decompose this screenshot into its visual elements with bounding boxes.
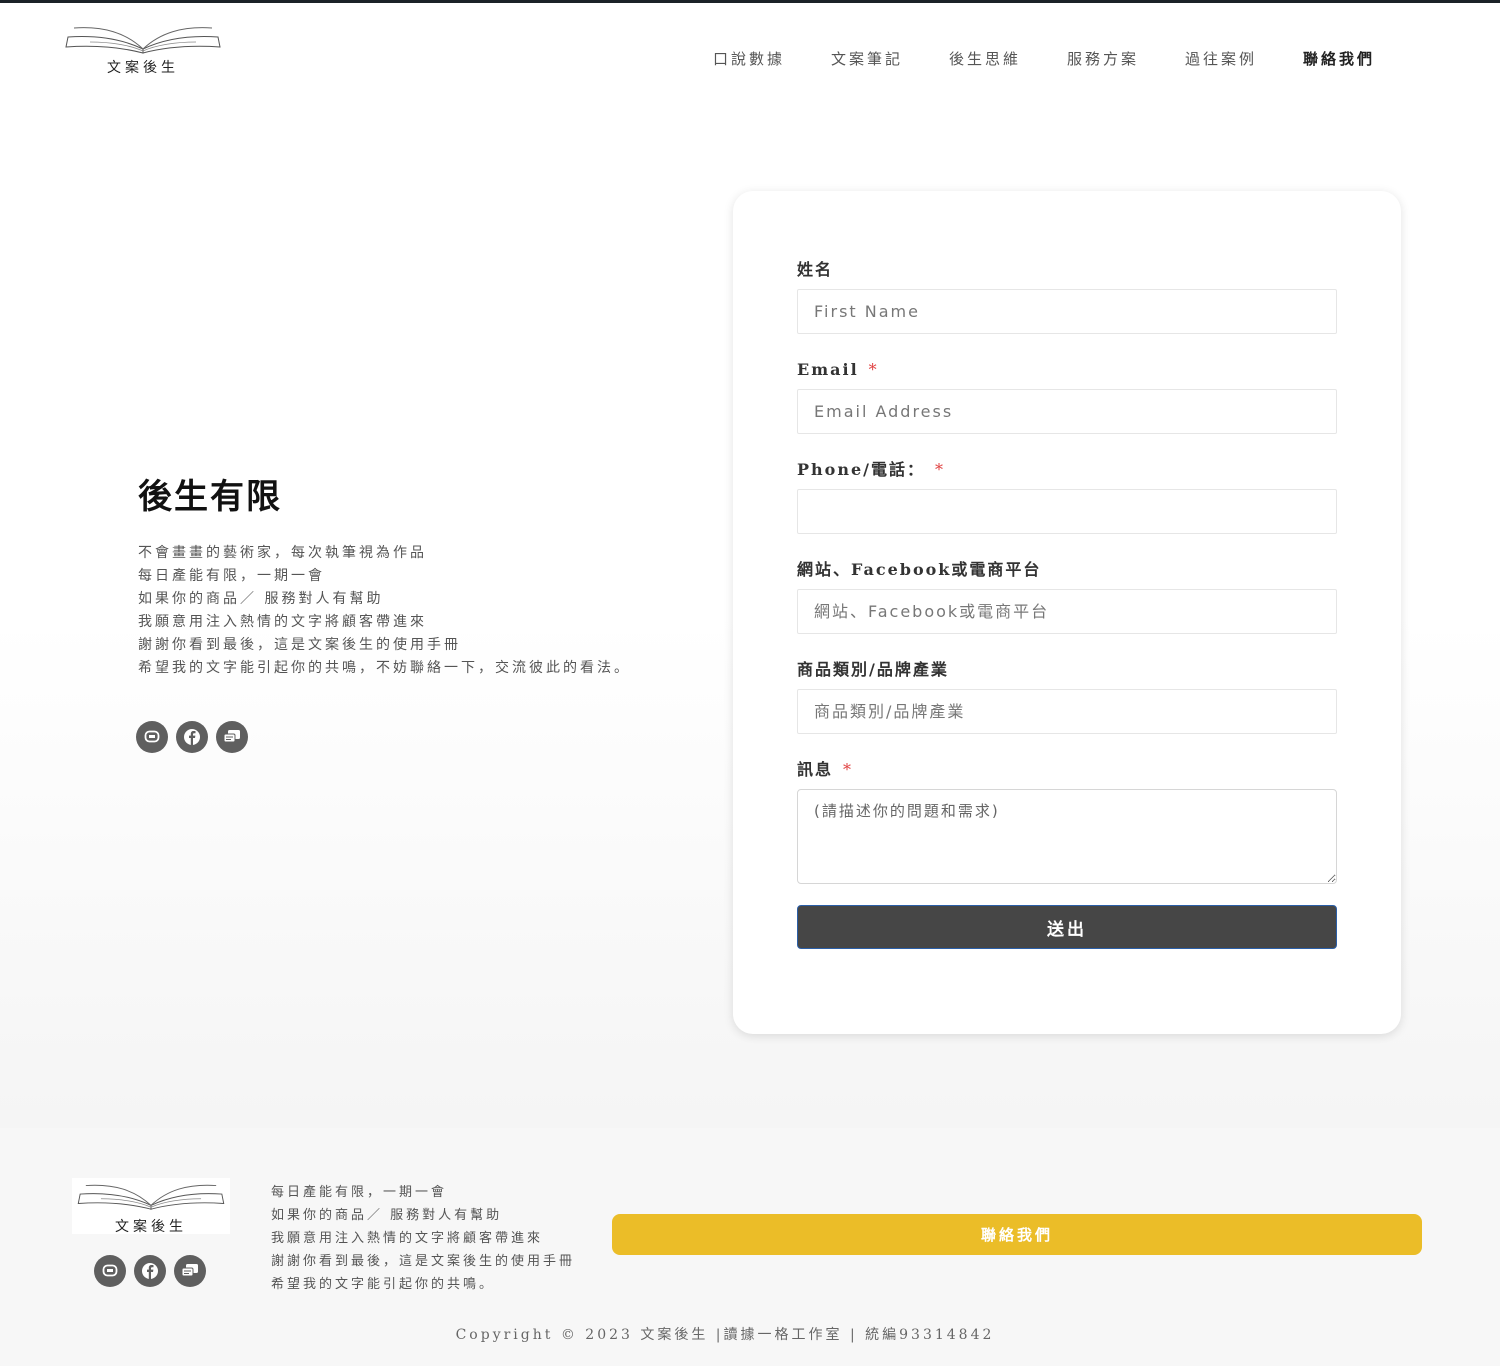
site-logo[interactable]: 文案後生 (60, 20, 226, 82)
name-label-text: 姓名 (797, 260, 834, 279)
contact-us-button[interactable]: 聯絡我們 (612, 1214, 1422, 1255)
message-link[interactable] (216, 721, 248, 753)
footer-line: 如果你的商品／ 服務對人有幫助 (271, 1208, 503, 1223)
nav-item-contact[interactable]: 聯絡我們 (1280, 47, 1398, 73)
message-label: 訊息 * (797, 759, 853, 781)
phone-input[interactable] (797, 489, 1337, 534)
footer-line: 每日產能有限，一期一會 (271, 1185, 448, 1200)
intro-line: 我願意用注入熱情的文字將顧客帶進來 (138, 614, 427, 630)
site-footer: 文案後生 每日產能有限，一期一會 如果你的商品／ 服務對人有幫助 我願意用注入熱… (0, 1128, 1500, 1366)
message-icon (181, 1264, 198, 1277)
nav-item-thinking[interactable]: 後生思維 (926, 47, 1044, 73)
footer-facebook-link[interactable] (134, 1255, 166, 1287)
footer-line: 希望我的文字能引起你的共鳴。 (271, 1277, 496, 1292)
facebook-link[interactable] (176, 721, 208, 753)
main-nav: 口說數據 文案筆記 後生思維 服務方案 過往案例 聯絡我們 (690, 47, 1410, 73)
email-label-text: Email (797, 360, 859, 379)
open-book-icon (77, 1184, 225, 1210)
category-label-text: 商品類別/品牌產業 (797, 660, 949, 679)
email-label: Email * (797, 359, 879, 381)
phone-label-text: Phone/電話： (797, 460, 925, 479)
line-icon (102, 1264, 118, 1277)
footer-message-link[interactable] (174, 1255, 206, 1287)
nav-item-cases[interactable]: 過往案例 (1162, 47, 1280, 73)
facebook-icon (184, 729, 200, 745)
message-icon (223, 730, 240, 743)
social-links (136, 721, 248, 753)
category-input[interactable] (797, 689, 1337, 734)
phone-label: Phone/電話： * (797, 459, 945, 481)
intro-line: 不會畫畫的藝術家，每次執筆視為作品 (138, 545, 427, 561)
footer-text: 每日產能有限，一期一會 如果你的商品／ 服務對人有幫助 我願意用注入熱情的文字將… (271, 1181, 575, 1296)
nav-item-copy-notes[interactable]: 文案筆記 (808, 47, 926, 73)
required-mark: * (935, 460, 945, 479)
message-textarea[interactable] (797, 789, 1337, 884)
name-label: 姓名 (797, 259, 833, 281)
footer-social-links (94, 1255, 206, 1287)
footer-line: 謝謝你看到最後，這是文案後生的使用手冊 (271, 1254, 576, 1269)
intro-section: 後生有限 不會畫畫的藝術家，每次執筆視為作品 每日產能有限，一期一會 如果你的商… (138, 474, 698, 680)
footer-logo-text: 文案後生 (115, 1219, 187, 1235)
footer-logo[interactable]: 文案後生 (72, 1178, 230, 1235)
intro-line: 希望我的文字能引起你的共鳴，不妨聯絡一下，交流彼此的看法。 (138, 660, 631, 676)
contact-form: 姓名 Email * Phone/電話： * 網站、Facebook或電商平台 商品… (733, 191, 1401, 1034)
email-input[interactable] (797, 389, 1337, 434)
facebook-icon (142, 1263, 158, 1279)
required-mark: * (868, 360, 879, 379)
intro-line: 每日產能有限，一期一會 (138, 568, 325, 584)
top-border (0, 0, 1500, 3)
intro-line: 如果你的商品／ 服務對人有幫助 (138, 591, 384, 607)
nav-item-services[interactable]: 服務方案 (1044, 47, 1162, 73)
logo-text: 文案後生 (107, 60, 179, 76)
open-book-icon (65, 27, 221, 54)
line-link[interactable] (136, 721, 168, 753)
website-input[interactable] (797, 589, 1337, 634)
required-mark: * (843, 760, 854, 779)
submit-button[interactable]: 送出 (797, 905, 1337, 949)
category-label: 商品類別/品牌產業 (797, 659, 949, 681)
copyright-text: Copyright © 2023 文案後生 |讀據一格工作室 | 統編93314… (455, 1327, 995, 1343)
website-label-text: 網站、Facebook或電商平台 (797, 560, 1042, 579)
intro-title: 後生有限 (138, 477, 282, 517)
footer-line-link[interactable] (94, 1255, 126, 1287)
website-label: 網站、Facebook或電商平台 (797, 559, 1041, 581)
name-input[interactable] (797, 289, 1337, 334)
intro-line: 謝謝你看到最後，這是文案後生的使用手冊 (138, 637, 461, 653)
nav-item-oral-data[interactable]: 口說數據 (690, 47, 808, 73)
message-label-text: 訊息 (797, 760, 834, 779)
footer-line: 我願意用注入熱情的文字將顧客帶進來 (271, 1231, 544, 1246)
line-icon (144, 730, 160, 743)
intro-text: 不會畫畫的藝術家，每次執筆視為作品 每日產能有限，一期一會 如果你的商品／ 服務… (138, 542, 698, 680)
